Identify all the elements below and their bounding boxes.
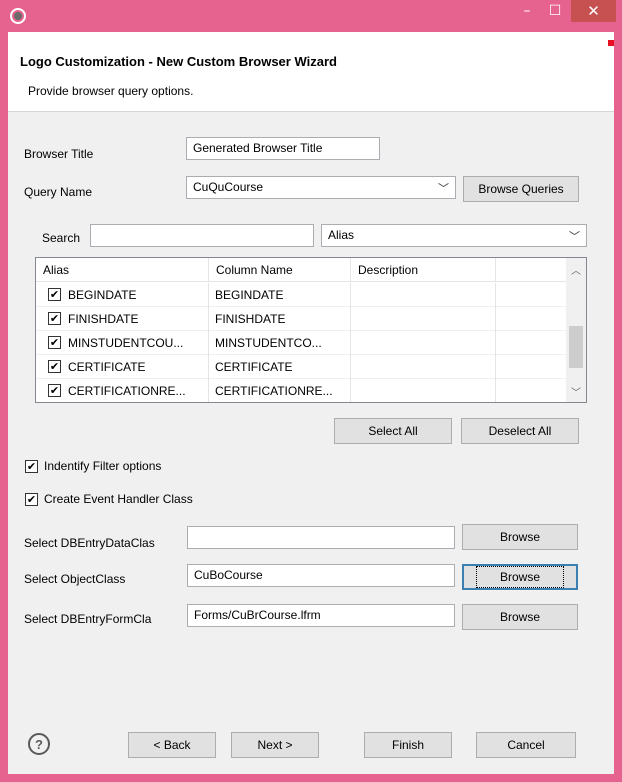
- table-scrollbar[interactable]: ︿ ﹀: [566, 258, 586, 402]
- browse-label: Browse: [499, 610, 540, 624]
- table-row[interactable]: ✔ MINSTUDENTCOU... MINSTUDENTCO...: [36, 331, 566, 355]
- search-input[interactable]: [90, 224, 314, 247]
- maximize-button[interactable]: ☐: [541, 0, 569, 22]
- table-row[interactable]: ✔ CERTIFICATE CERTIFICATE: [36, 355, 566, 379]
- alias-cell: BEGINDATE: [62, 283, 209, 307]
- wizard-window: – ☐ ✕ Logo Customization - New Custom Br…: [0, 0, 622, 782]
- row-checkbox[interactable]: ✔: [48, 288, 61, 301]
- row-checkbox[interactable]: ✔: [48, 312, 61, 325]
- object-class-input[interactable]: CuBoCourse: [187, 564, 455, 587]
- app-icon: [10, 8, 26, 24]
- query-name-value: CuQuCourse: [193, 180, 264, 194]
- column-name-cell: FINISHDATE: [209, 307, 351, 331]
- alias-cell: FINISHDATE: [62, 307, 209, 331]
- description-cell[interactable]: [351, 355, 496, 379]
- scroll-down-icon[interactable]: ﹀: [571, 384, 581, 399]
- browse-queries-text: Browse Queries: [478, 182, 564, 196]
- column-name-cell: MINSTUDENTCO...: [209, 331, 351, 355]
- select-all-button[interactable]: Select All: [334, 418, 452, 444]
- dbentry-form-class-input[interactable]: Forms/CuBrCourse.lfrm: [187, 604, 455, 627]
- browse-queries-button[interactable]: Browse Queries: [463, 176, 579, 202]
- table-row[interactable]: ✔ FINISHDATE FINISHDATE: [36, 307, 566, 331]
- search-label: Search: [42, 231, 81, 245]
- help-icon[interactable]: ?: [28, 733, 50, 755]
- finish-label: Finish: [391, 738, 424, 752]
- column-name-cell: CERTIFICATE: [209, 355, 351, 379]
- identify-filter-option[interactable]: ✔ Indentify Filter options: [25, 459, 161, 473]
- chevron-down-icon: ﹀: [569, 230, 580, 243]
- identify-filter-checkbox[interactable]: ✔: [25, 459, 38, 473]
- table-row[interactable]: ✔ CERTIFICATIONRE... CERTIFICATIONRE...: [36, 379, 566, 402]
- column-name-cell: BEGINDATE: [209, 283, 351, 307]
- browser-title-label: Browser Title: [24, 147, 94, 161]
- search-by-value: Alias: [328, 228, 355, 242]
- alias-cell: CERTIFICATIONRE...: [62, 379, 209, 402]
- description-cell[interactable]: [351, 379, 496, 402]
- finish-button[interactable]: Finish: [364, 732, 452, 758]
- query-name-label: Query Name: [24, 185, 93, 199]
- alias-cell: MINSTUDENTCOU...: [62, 331, 209, 355]
- column-header-column-name[interactable]: Column Name: [209, 258, 351, 282]
- column-header-description[interactable]: Description: [351, 258, 496, 282]
- alias-cell: CERTIFICATE: [62, 355, 209, 379]
- close-button[interactable]: ✕: [571, 0, 616, 22]
- description-cell[interactable]: [351, 331, 496, 355]
- cancel-button[interactable]: Cancel: [476, 732, 576, 758]
- back-button[interactable]: < Back: [128, 732, 216, 758]
- search-by-select[interactable]: Alias ﹀: [321, 224, 587, 247]
- deselect-all-button[interactable]: Deselect All: [461, 418, 579, 444]
- dbentry-form-class-label: Select DBEntryFormCla: [24, 612, 152, 626]
- next-button[interactable]: Next >: [231, 732, 319, 758]
- query-name-select[interactable]: CuQuCourse ﹀: [186, 176, 456, 199]
- browse-dbentry-data-button[interactable]: Browse: [462, 524, 578, 550]
- row-checkbox[interactable]: ✔: [48, 336, 61, 349]
- create-event-handler-checkbox[interactable]: ✔: [25, 492, 38, 506]
- scroll-up-icon[interactable]: ︿: [571, 262, 581, 277]
- table-header: Alias Column Name Description: [36, 258, 566, 282]
- page-subtitle: Provide browser query options.: [28, 84, 194, 98]
- browse-label: Browse: [475, 566, 565, 588]
- header-marker: [608, 40, 614, 46]
- cancel-label: Cancel: [507, 738, 545, 752]
- back-label: Back: [163, 738, 191, 752]
- row-checkbox[interactable]: ✔: [48, 360, 61, 373]
- dialog-content: Logo Customization - New Custom Browser …: [8, 32, 614, 774]
- description-cell[interactable]: [351, 283, 496, 307]
- wizard-header: Logo Customization - New Custom Browser …: [8, 32, 614, 112]
- create-event-handler-option[interactable]: ✔ Create Event Handler Class: [25, 492, 193, 506]
- column-header-alias[interactable]: Alias: [36, 258, 209, 282]
- browse-object-class-button[interactable]: Browse: [462, 564, 578, 590]
- description-cell[interactable]: [351, 307, 496, 331]
- page-title: Logo Customization - New Custom Browser …: [20, 54, 337, 69]
- identify-filter-label: Indentify Filter options: [44, 459, 162, 473]
- table-row[interactable]: ✔ BEGINDATE BEGINDATE: [36, 283, 566, 307]
- column-name-cell: CERTIFICATIONRE...: [209, 379, 351, 402]
- title-bar: – ☐ ✕: [0, 0, 622, 32]
- next-label: Next >: [257, 738, 293, 752]
- deselect-all-label: Deselect All: [488, 424, 552, 438]
- select-all-label: Select All: [368, 424, 418, 438]
- columns-table: Alias Column Name Description ✔ BEGINDAT…: [35, 257, 587, 403]
- back-arrow: <: [153, 738, 164, 752]
- chevron-down-icon: ﹀: [438, 182, 449, 195]
- dbentry-data-class-label: Select DBEntryDataClas: [24, 536, 155, 550]
- browser-title-input[interactable]: Generated Browser Title: [186, 137, 380, 160]
- browse-dbentry-form-button[interactable]: Browse: [462, 604, 578, 630]
- minimize-button[interactable]: –: [513, 0, 541, 22]
- scrollbar-thumb[interactable]: [569, 326, 583, 368]
- dbentry-data-class-input[interactable]: [187, 526, 455, 549]
- create-event-handler-label: Create Event Handler Class: [44, 492, 193, 506]
- row-checkbox[interactable]: ✔: [48, 384, 61, 397]
- object-class-label: Select ObjectClass: [24, 572, 126, 586]
- browse-label: Browse: [499, 530, 540, 544]
